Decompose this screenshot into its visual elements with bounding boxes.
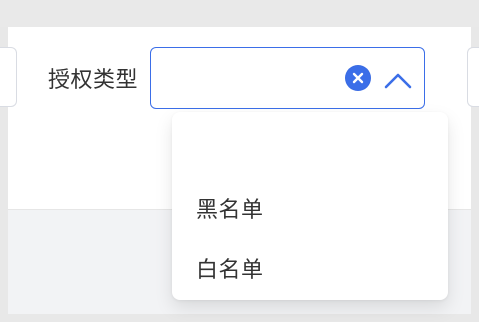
dropdown-option-whitelist[interactable]: 白名单 [172,238,448,298]
left-input-edge [0,47,17,107]
auth-type-label: 授权类型 [48,68,139,93]
chevron-up-icon-glyph [384,73,412,89]
right-input-edge [467,47,479,107]
chevron-up-icon[interactable] [381,64,415,98]
auth-type-form-row: 授权类型 [48,47,426,109]
top-strip [0,0,479,27]
dropdown-option-empty[interactable] [172,118,448,178]
auth-type-dropdown: 黑名单 白名单 [172,112,448,300]
auth-type-select[interactable] [150,47,426,109]
clear-icon-glyph [352,72,364,84]
clear-icon[interactable] [345,65,372,91]
dropdown-option-blacklist[interactable]: 黑名单 [172,178,448,238]
